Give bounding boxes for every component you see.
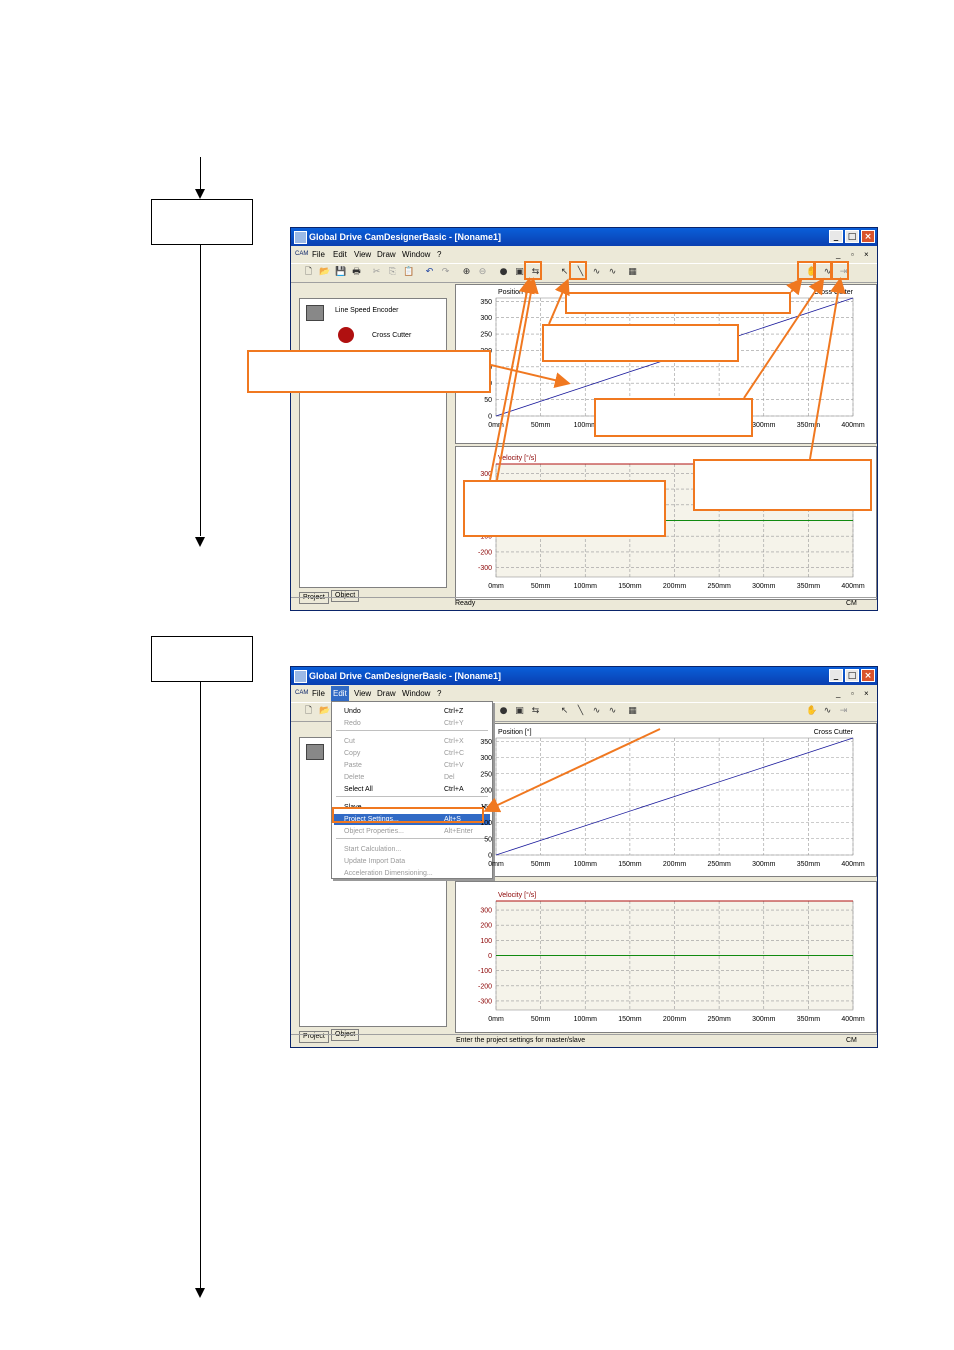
y-tick-label: 50 bbox=[484, 397, 492, 404]
y-tick-label: -100 bbox=[478, 968, 492, 975]
x-tick-label: 300mm bbox=[752, 1016, 776, 1023]
y-tick-label: 300 bbox=[480, 315, 492, 322]
callout-box-cam-wave bbox=[594, 398, 753, 437]
x-tick-label: 0mm bbox=[488, 1016, 504, 1023]
x-tick-label: 400mm bbox=[841, 422, 865, 429]
y-tick-label: 100 bbox=[480, 938, 492, 945]
y-axis-label: Position [°] bbox=[498, 288, 532, 296]
y-tick-label: 250 bbox=[480, 332, 492, 339]
x-tick-label: 300mm bbox=[752, 422, 776, 429]
callout-box-chart bbox=[247, 350, 491, 393]
x-tick-label: 250mm bbox=[707, 1016, 731, 1023]
x-tick-label: 50mm bbox=[531, 1016, 551, 1023]
callout-box-pointer bbox=[542, 324, 739, 362]
x-tick-label: 350mm bbox=[797, 861, 821, 868]
charts-layer: 0mm 50mm 100mm 150mm 200mm 250mm 300mm 350mm 400… bbox=[478, 288, 865, 1023]
callout-box-import bbox=[463, 480, 666, 537]
highlight-line bbox=[569, 261, 587, 280]
x-tick-label: 100mm bbox=[574, 583, 598, 590]
x-tick-label: 0mm bbox=[488, 422, 504, 429]
callout-box-toolbar-right bbox=[565, 292, 791, 314]
y-tick-label: -300 bbox=[478, 998, 492, 1005]
callout-box-go bbox=[693, 459, 872, 511]
y-tick-label: 0 bbox=[488, 414, 492, 421]
y-tick-label: 350 bbox=[480, 739, 492, 746]
x-tick-label: 100mm bbox=[574, 1016, 598, 1023]
x-tick-label: 200mm bbox=[663, 1016, 687, 1023]
x-tick-label: 400mm bbox=[841, 583, 865, 590]
x-tick-label: 50mm bbox=[531, 422, 551, 429]
x-tick-label: 50mm bbox=[531, 861, 551, 868]
y-axis-label: Velocity [°/s] bbox=[498, 891, 536, 899]
x-tick-label: 250mm bbox=[707, 861, 731, 868]
x-tick-label: 300mm bbox=[752, 861, 776, 868]
y-tick-label: -300 bbox=[478, 565, 492, 572]
y-tick-label: -200 bbox=[478, 983, 492, 990]
highlight-hand bbox=[797, 261, 815, 280]
x-tick-label: 200mm bbox=[663, 583, 687, 590]
y-tick-label: 350 bbox=[480, 299, 492, 306]
y-tick-label: 200 bbox=[480, 923, 492, 930]
y-tick-label: 300 bbox=[480, 755, 492, 762]
highlight-cam bbox=[814, 261, 832, 280]
highlight-import bbox=[524, 261, 542, 280]
series-label: Cross Cutter bbox=[814, 289, 854, 296]
x-tick-label: 150mm bbox=[618, 1016, 642, 1023]
x-tick-label: 350mm bbox=[797, 1016, 821, 1023]
y-tick-label: 0 bbox=[488, 853, 492, 860]
x-tick-label: 400mm bbox=[841, 861, 865, 868]
y-tick-label: 250 bbox=[480, 771, 492, 778]
x-tick-label: 350mm bbox=[797, 583, 821, 590]
x-tick-label: 50mm bbox=[531, 583, 551, 590]
y-tick-label: 50 bbox=[484, 836, 492, 843]
series-label: Cross Cutter bbox=[814, 729, 854, 736]
y-tick-label: -200 bbox=[478, 549, 492, 556]
x-tick-label: 400mm bbox=[841, 1016, 865, 1023]
x-tick-label: 150mm bbox=[618, 583, 642, 590]
y-tick-label: 300 bbox=[480, 471, 492, 478]
x-tick-label: 100mm bbox=[574, 861, 598, 868]
x-tick-label: 250mm bbox=[707, 583, 731, 590]
x-tick-label: 200mm bbox=[663, 861, 687, 868]
x-tick-label: 300mm bbox=[752, 583, 776, 590]
x-tick-label: 0mm bbox=[488, 583, 504, 590]
y-tick-label: 300 bbox=[480, 908, 492, 915]
highlight-project-settings bbox=[332, 807, 484, 823]
highlight-go bbox=[831, 261, 849, 280]
x-tick-label: 0mm bbox=[488, 861, 504, 868]
x-tick-label: 350mm bbox=[797, 422, 821, 429]
y-tick-label: 200 bbox=[480, 788, 492, 795]
y-axis-label: Position [°] bbox=[498, 728, 532, 736]
y-axis-label: Velocity [°/s] bbox=[498, 454, 536, 462]
y-tick-label: 0 bbox=[488, 953, 492, 960]
x-tick-label: 150mm bbox=[618, 861, 642, 868]
